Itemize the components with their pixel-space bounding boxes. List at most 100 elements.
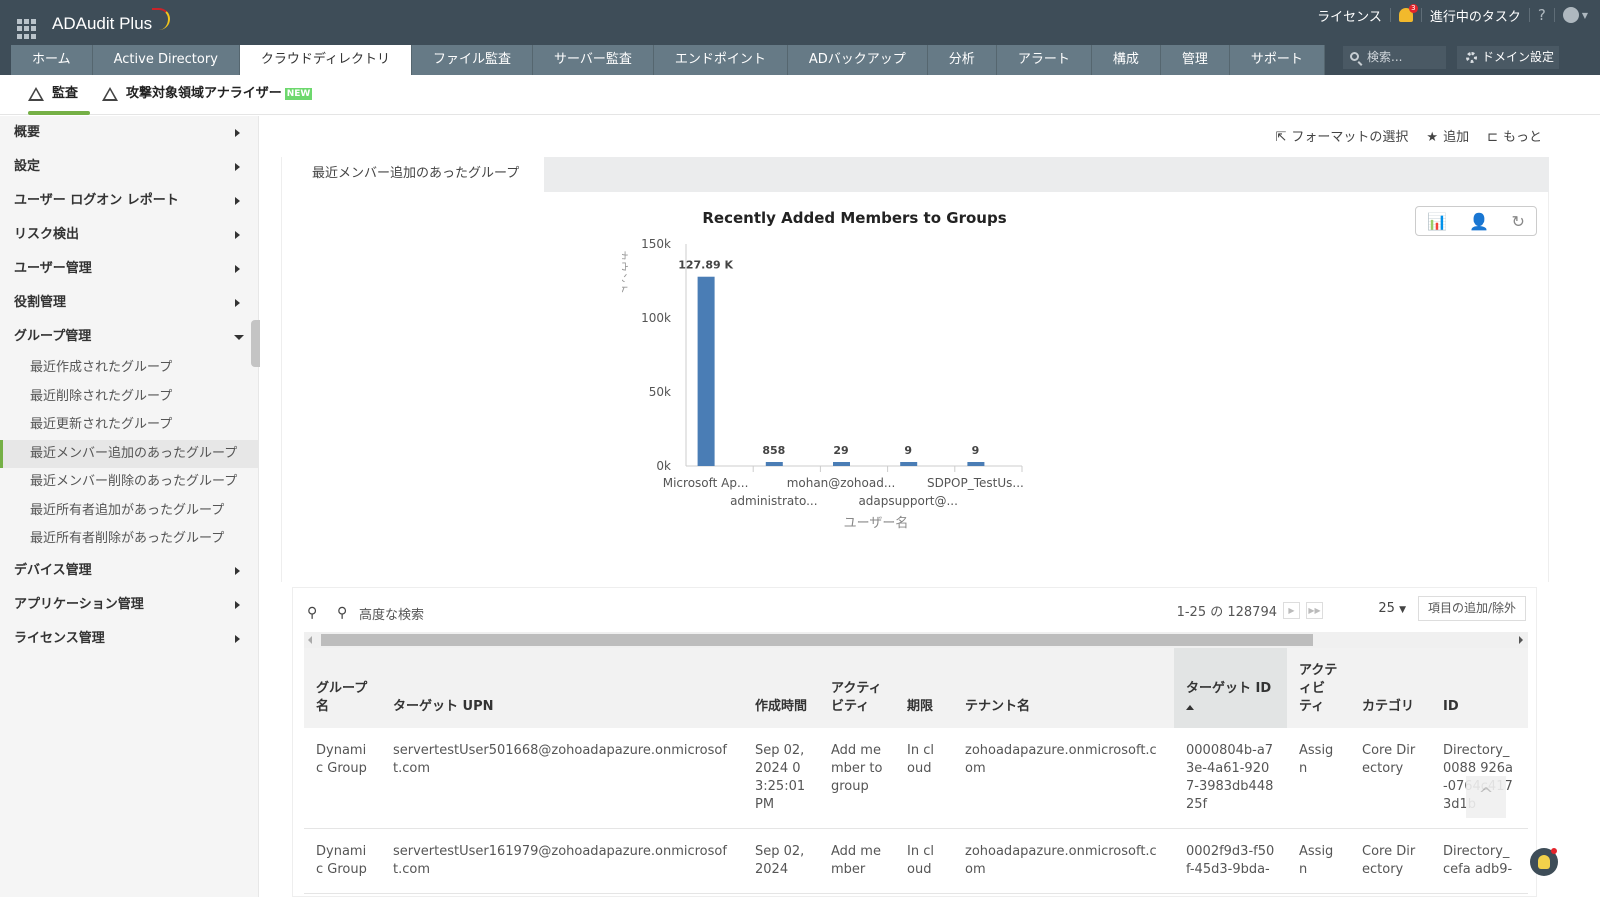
column-header-label: カテゴリ	[1362, 699, 1415, 714]
nav-tab[interactable]: アラート	[996, 45, 1092, 75]
next-page-button[interactable]: ▶	[1283, 602, 1300, 619]
table-header-row: グループ名 ターゲット UPN 作成時間 アクティビティ 期限 テナント名 ターゲット ID…	[304, 648, 1528, 728]
bar-data-label: 9	[904, 444, 912, 457]
report-tab[interactable]: 最近メンバー追加のあったグループ	[281, 157, 544, 192]
sidebar-subitem[interactable]: 最近メンバー追加のあったグループ	[0, 439, 258, 468]
nav-tab[interactable]: エンドポイント	[653, 45, 788, 75]
column-header[interactable]: 作成時間	[743, 648, 819, 728]
chevron-right-icon	[235, 299, 240, 307]
advanced-search-link[interactable]: 高度な検索	[359, 604, 424, 623]
last-page-button[interactable]: ▶▶	[1306, 602, 1323, 619]
report-toolbar: ⇱ フォーマットの選択 ★ 追加 ⊏ もっと	[1275, 126, 1542, 145]
nav-tab[interactable]: クラウドディレクトリ	[239, 45, 412, 75]
notification-bell-icon[interactable]: 3	[1398, 4, 1418, 22]
chevron-right-icon	[235, 231, 240, 239]
sidebar-item[interactable]: ユーザー管理	[0, 252, 258, 286]
column-header[interactable]: ID	[1431, 648, 1528, 728]
users-icon[interactable]: 👤	[1469, 212, 1489, 231]
sidebar-subitem[interactable]: 最近メンバー削除のあったグループ	[0, 468, 258, 497]
refresh-chart-icon[interactable]: ↻	[1511, 212, 1524, 231]
column-header[interactable]: 期限	[895, 648, 953, 728]
apps-grid-icon[interactable]	[17, 19, 37, 39]
sidebar-item[interactable]: ライセンス管理	[0, 622, 258, 656]
sidebar-item[interactable]: グループ管理	[0, 320, 258, 354]
user-avatar-icon[interactable]	[1562, 7, 1579, 23]
table-cell: Dynamic Group	[304, 828, 381, 894]
new-badge: NEW	[284, 88, 313, 100]
nav-tab[interactable]: サポート	[1229, 45, 1325, 75]
nav-tab[interactable]: 管理	[1160, 45, 1230, 75]
table-cell: 0000804b-a73e-4a61-9207-3983db44825f	[1174, 728, 1287, 829]
help-icon[interactable]: ?	[1538, 6, 1546, 24]
scrollbar-thumb[interactable]	[321, 634, 1313, 646]
sidebar-item[interactable]: リスク検出	[0, 218, 258, 252]
sidebar-subitem[interactable]: 最近所有者削除があったグループ	[0, 525, 258, 554]
table-cell: Assign	[1287, 728, 1350, 829]
report-tab-bar: 最近メンバー追加のあったグループ	[281, 157, 1549, 192]
more-button[interactable]: ⊏ もっと	[1487, 126, 1542, 145]
sidebar-item[interactable]: 概要	[0, 116, 258, 150]
add-chart-icon[interactable]: 📊	[1427, 212, 1447, 231]
nav-tab[interactable]: サーバー監査	[533, 45, 654, 75]
sidebar-subitem[interactable]: 最近削除されたグループ	[0, 383, 258, 412]
column-header-label: ターゲット ID	[1186, 681, 1272, 696]
column-header[interactable]: アクティビティ	[1287, 648, 1350, 728]
sidebar-item[interactable]: アプリケーション管理	[0, 588, 258, 622]
tasks-in-progress-link[interactable]: 進行中のタスク	[1430, 6, 1521, 25]
sidebar-subitem[interactable]: 最近更新されたグループ	[0, 411, 258, 440]
sidebar-item[interactable]: ユーザー ログオン レポート	[0, 184, 258, 218]
table-row[interactable]: Dynamic Group servertestUser161979@zohoad…	[304, 828, 1528, 894]
column-header[interactable]: テナント名	[953, 648, 1174, 728]
assistant-notification-dot	[1551, 848, 1557, 854]
global-search-input[interactable]: 検索...	[1343, 46, 1446, 69]
search-placeholder: 検索...	[1367, 50, 1403, 64]
chevron-down-icon[interactable]: ▼	[1582, 11, 1588, 20]
nav-tab[interactable]: ADバックアップ	[787, 45, 928, 75]
nav-tab[interactable]: ホーム	[11, 45, 93, 75]
add-remove-columns-button[interactable]: 項目の追加/除外	[1418, 596, 1526, 621]
x-tick-label: SDPOP_TestUs...	[927, 476, 1024, 490]
domain-settings-button[interactable]: ドメイン設定	[1457, 46, 1559, 69]
subtab-audit-label: 監査	[52, 86, 79, 101]
chat-assistant-button[interactable]	[1530, 848, 1558, 876]
table-row[interactable]: Dynamic Group servertestUser501668@zohoad…	[304, 728, 1528, 829]
scroll-left-icon[interactable]	[308, 636, 312, 644]
more-label: もっと	[1502, 130, 1542, 145]
column-header[interactable]: ターゲット ID	[1174, 648, 1287, 728]
sidebar-collapse-handle[interactable]	[251, 320, 260, 367]
column-header-label: アクティビティ	[1299, 663, 1338, 714]
sidebar-subitem[interactable]: 最近作成されたグループ	[0, 354, 258, 383]
table-cell: 0002f9d3-f50f-45d3-9bda-	[1174, 828, 1287, 894]
scroll-to-top-button[interactable]: ^	[1466, 776, 1506, 818]
subtab-audit[interactable]: 監査	[28, 75, 90, 115]
scroll-right-icon[interactable]	[1519, 636, 1523, 644]
y-tick-label: 0k	[656, 459, 671, 473]
column-header[interactable]: グループ名	[304, 648, 381, 728]
nav-tab[interactable]: 構成	[1091, 45, 1161, 75]
table-cell: Add member	[819, 828, 895, 894]
quick-search-icon[interactable]: ⚲	[307, 605, 317, 621]
format-select-button[interactable]: ⇱ フォーマットの選択	[1275, 126, 1408, 145]
column-header[interactable]: カテゴリ	[1350, 648, 1431, 728]
sidebar-item[interactable]: デバイス管理	[0, 554, 258, 588]
divider	[1528, 8, 1530, 22]
column-header[interactable]: ターゲット UPN	[381, 648, 743, 728]
nav-tab[interactable]: ファイル監査	[411, 45, 533, 75]
divider	[1389, 8, 1391, 22]
sidebar-subitem[interactable]: 最近所有者追加があったグループ	[0, 497, 258, 526]
column-header[interactable]: アクティビティ	[819, 648, 895, 728]
table-cell: Dynamic Group	[304, 728, 381, 829]
sidebar-item[interactable]: 役割管理	[0, 286, 258, 320]
column-header-label: ID	[1443, 699, 1459, 714]
per-page-select[interactable]: 25 ▼	[1378, 601, 1406, 616]
sidebar-item[interactable]: 設定	[0, 150, 258, 184]
nav-tab[interactable]: Active Directory	[92, 45, 240, 75]
add-favorite-button[interactable]: ★ 追加	[1426, 126, 1469, 145]
license-link[interactable]: ライセンス	[1317, 6, 1382, 25]
horizontal-scrollbar[interactable]	[304, 632, 1528, 648]
subtab-attack-surface-analyzer[interactable]: 攻撃対象領域アナライザー NEW	[102, 75, 313, 113]
advanced-search-icon[interactable]: ⚲	[337, 605, 347, 621]
sidebar-item-label: グループ管理	[14, 329, 92, 344]
nav-tab[interactable]: 分析	[927, 45, 997, 75]
app-logo[interactable]: ADAudit Plus	[52, 14, 152, 34]
